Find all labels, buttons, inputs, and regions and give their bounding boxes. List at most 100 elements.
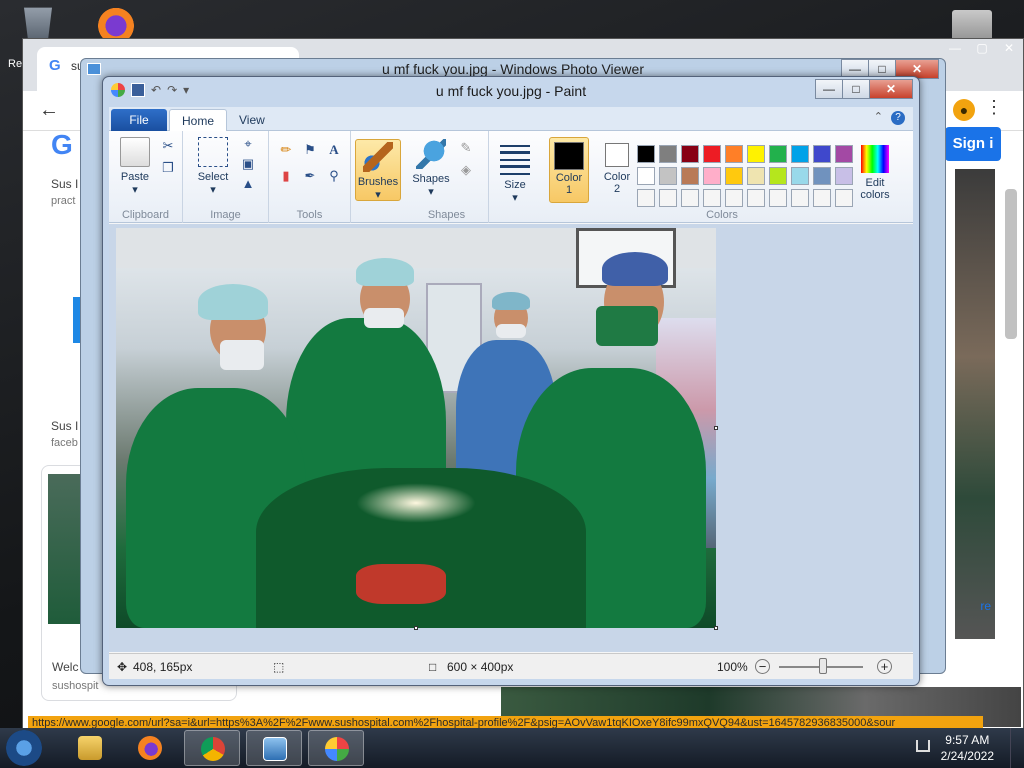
palette-swatch[interactable]: [659, 189, 677, 207]
palette-swatch[interactable]: [637, 145, 655, 163]
start-button[interactable]: [6, 730, 42, 766]
cut-icon[interactable]: ✂: [159, 137, 177, 155]
close-button[interactable]: ✕: [869, 79, 913, 99]
tab-view[interactable]: View: [227, 109, 277, 131]
paint-icon: [325, 737, 349, 761]
copy-icon[interactable]: ❐: [159, 159, 177, 177]
canvas-area[interactable]: [109, 224, 913, 652]
palette-swatch[interactable]: [747, 189, 765, 207]
search-result-title[interactable]: Sus I: [51, 177, 78, 191]
taskbar-explorer[interactable]: [62, 730, 118, 766]
palette-swatch[interactable]: [791, 145, 809, 163]
brushes-button[interactable]: Brushes ▾: [355, 139, 401, 201]
maximize-button[interactable]: □: [842, 79, 870, 99]
clock-date: 2/24/2022: [940, 749, 994, 763]
palette-swatch[interactable]: [835, 167, 853, 185]
firefox-desktop-icon[interactable]: [94, 6, 134, 42]
resize-handle-corner[interactable]: [714, 626, 718, 630]
palette-swatch[interactable]: [725, 167, 743, 185]
palette-swatch[interactable]: [813, 167, 831, 185]
palette-swatch[interactable]: [681, 189, 699, 207]
taskbar-paint[interactable]: [308, 730, 364, 766]
folder-icon: [78, 736, 102, 760]
palette-swatch[interactable]: [725, 189, 743, 207]
canvas-image[interactable]: [116, 228, 716, 628]
pencil-icon[interactable]: ✏: [277, 141, 295, 159]
google-logo[interactable]: G: [51, 129, 73, 161]
taskbar-chrome[interactable]: [184, 730, 240, 766]
magnifier-icon[interactable]: ⚲: [325, 167, 343, 185]
color-picker-icon[interactable]: ✒: [301, 167, 319, 185]
palette-swatch[interactable]: [769, 167, 787, 185]
edit-colors-button[interactable]: Edit colors: [855, 145, 895, 201]
palette-swatch[interactable]: [813, 145, 831, 163]
help-icon[interactable]: ?: [891, 111, 905, 125]
taskbar-firefox[interactable]: [122, 730, 178, 766]
size-button[interactable]: Size ▾: [497, 145, 533, 204]
resize-handle-right[interactable]: [714, 426, 718, 430]
zoom-in-icon[interactable]: +: [877, 659, 892, 674]
palette-swatch[interactable]: [747, 145, 765, 163]
paint-window: ↶ ↷ ▾ u mf fuck you.jpg - Paint — □ ✕ Fi…: [102, 76, 920, 686]
system-clock[interactable]: 9:57 AM 2/24/2022: [941, 732, 994, 764]
maximize-button[interactable]: ▢: [968, 39, 996, 59]
tab-file[interactable]: File: [111, 109, 167, 131]
close-button[interactable]: ✕: [995, 39, 1023, 59]
rotate-icon[interactable]: ▲: [239, 175, 257, 193]
palette-swatch[interactable]: [637, 167, 655, 185]
palette-swatch[interactable]: [791, 189, 809, 207]
palette-swatch[interactable]: [835, 189, 853, 207]
palette-swatch[interactable]: [659, 145, 677, 163]
text-icon[interactable]: A: [325, 141, 343, 159]
clock-time: 9:57 AM: [945, 733, 990, 747]
color1-button[interactable]: Color 1: [549, 137, 589, 203]
menu-dots-icon[interactable]: ⋮: [985, 97, 1003, 118]
profile-avatar[interactable]: ●: [953, 99, 975, 121]
crop-icon[interactable]: ⌖: [239, 135, 257, 153]
shapes-button[interactable]: Shapes ▾: [411, 139, 451, 198]
zoom-slider-thumb[interactable]: [819, 658, 827, 674]
sign-in-button[interactable]: Sign i: [945, 127, 1001, 161]
paste-button[interactable]: Paste ▾: [115, 137, 155, 196]
palette-swatch[interactable]: [747, 167, 765, 185]
palette-swatch[interactable]: [769, 145, 787, 163]
palette-swatch[interactable]: [769, 189, 787, 207]
show-desktop-button[interactable]: [1010, 728, 1024, 768]
palette-swatch[interactable]: [681, 145, 699, 163]
more-link[interactable]: re: [980, 599, 991, 613]
dropdown-arrow-icon: ▾: [132, 184, 138, 196]
palette-swatch[interactable]: [659, 167, 677, 185]
palette-swatch[interactable]: [681, 167, 699, 185]
palette-swatch[interactable]: [813, 189, 831, 207]
back-arrow-icon[interactable]: ←: [39, 99, 59, 122]
firefox-icon: [138, 736, 162, 760]
palette-swatch[interactable]: [703, 167, 721, 185]
palette-swatch[interactable]: [791, 167, 809, 185]
resize-icon[interactable]: ▣: [239, 155, 257, 173]
color2-number: 2: [613, 183, 621, 195]
eraser-icon[interactable]: ▮: [277, 167, 295, 185]
ribbon-minimize-icon[interactable]: ⌃: [874, 110, 883, 123]
tab-home[interactable]: Home: [169, 109, 228, 131]
palette-swatch[interactable]: [637, 189, 655, 207]
search-result-title[interactable]: Sus I: [51, 419, 78, 433]
select-button[interactable]: Select ▾: [193, 137, 233, 196]
minimize-button[interactable]: —: [941, 39, 969, 59]
outline-icon[interactable]: ✎: [457, 139, 475, 157]
fill-icon[interactable]: ⚑: [301, 141, 319, 159]
edit-colors-label-1: Edit: [865, 177, 885, 189]
palette-swatch[interactable]: [725, 145, 743, 163]
palette-swatch[interactable]: [835, 145, 853, 163]
palette-swatch[interactable]: [703, 145, 721, 163]
photo-viewer-title: u mf fuck you.jpg - Windows Photo Viewer: [382, 61, 644, 77]
color2-button[interactable]: Color 2: [597, 137, 637, 195]
fill-shape-icon[interactable]: ◈: [457, 161, 475, 179]
palette-swatch[interactable]: [703, 189, 721, 207]
resize-handle-bottom[interactable]: [414, 626, 418, 630]
network-icon[interactable]: [916, 740, 930, 752]
side-image-strip[interactable]: [955, 169, 995, 639]
minimize-button[interactable]: —: [815, 79, 843, 99]
zoom-out-icon[interactable]: −: [755, 659, 770, 674]
chrome-scrollbar[interactable]: [1005, 189, 1017, 339]
taskbar-photo-viewer[interactable]: [246, 730, 302, 766]
